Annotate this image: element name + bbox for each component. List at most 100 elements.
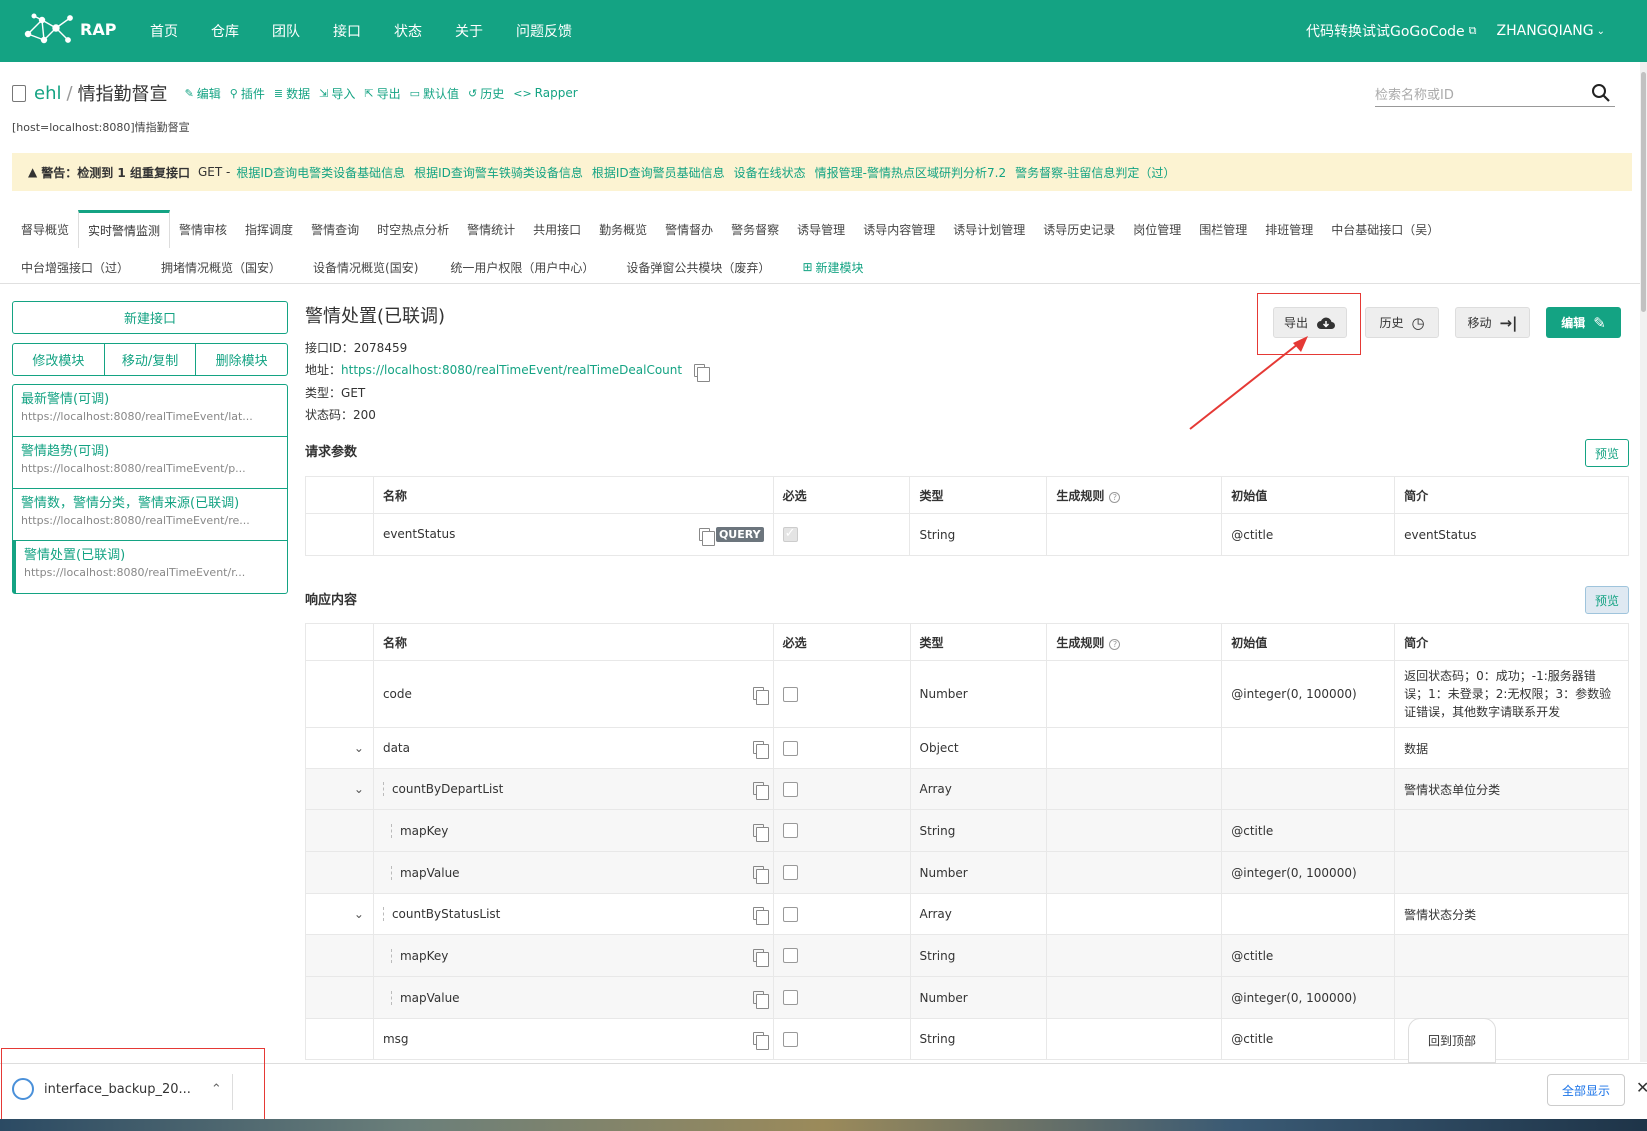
module-tab[interactable]: 中台增强接口（过） bbox=[12, 259, 138, 276]
copy-icon[interactable] bbox=[752, 907, 769, 925]
nav-interface[interactable]: 接口 bbox=[333, 21, 361, 41]
question-icon[interactable]: ? bbox=[1109, 491, 1121, 503]
new-interface-button[interactable]: 新建接口 bbox=[12, 301, 288, 334]
module-tab[interactable]: 指挥调度 bbox=[236, 210, 302, 248]
module-tab[interactable]: 拥堵情况概览（国安） bbox=[152, 259, 290, 276]
move-copy-button[interactable]: 移动/复制 bbox=[105, 344, 197, 375]
repo-default-value-link[interactable]: ▭ 默认值 bbox=[410, 85, 459, 102]
copy-icon[interactable] bbox=[752, 948, 769, 967]
repo-edit-link[interactable]: ✎ 编辑 bbox=[185, 85, 221, 102]
copy-icon[interactable] bbox=[752, 1032, 769, 1050]
nav-team[interactable]: 团队 bbox=[272, 21, 300, 41]
chevron-down-icon[interactable]: ⌄ bbox=[354, 782, 364, 796]
module-tab[interactable]: 诱导内容管理 bbox=[854, 210, 944, 248]
response-preview-button[interactable]: 预览 bbox=[1585, 586, 1629, 614]
module-tab[interactable]: 诱导计划管理 bbox=[944, 210, 1034, 248]
move-button[interactable]: 移动 →| bbox=[1455, 307, 1530, 338]
delete-module-button[interactable]: 删除模块 bbox=[196, 344, 287, 375]
required-checkbox[interactable] bbox=[782, 906, 798, 922]
repo-rapper-link[interactable]: <> Rapper bbox=[513, 86, 577, 100]
warning-link[interactable]: 根据ID查询电警类设备基础信息 bbox=[236, 164, 405, 181]
required-checkbox[interactable] bbox=[782, 781, 798, 797]
nav-about[interactable]: 关于 bbox=[455, 21, 483, 41]
nav-feedback[interactable]: 问题反馈 bbox=[516, 21, 572, 41]
search-box[interactable]: 检索名称或ID bbox=[1375, 80, 1615, 107]
show-all-downloads-button[interactable]: 全部显示 bbox=[1547, 1074, 1625, 1106]
nav-repository[interactable]: 仓库 bbox=[211, 21, 239, 41]
module-tab[interactable]: 中台基础接口（吴） bbox=[1322, 210, 1448, 248]
edit-module-button[interactable]: 修改模块 bbox=[13, 344, 105, 375]
module-tab[interactable]: 警务督察 bbox=[722, 210, 788, 248]
repo-import-link[interactable]: ⇲ 导入 bbox=[319, 85, 355, 102]
repo-history-link[interactable]: ↺ 历史 bbox=[468, 85, 504, 102]
back-to-top-button[interactable]: 回到顶部 bbox=[1408, 1018, 1496, 1063]
scrollbar-thumb[interactable] bbox=[1641, 72, 1646, 312]
search-input[interactable]: 检索名称或ID bbox=[1375, 84, 1454, 103]
interface-list-item[interactable]: 警情数，警情分类，警情来源(已联调) https://localhost:808… bbox=[13, 489, 287, 541]
interface-list-item[interactable]: 警情趋势(可调) https://localhost:8080/realTime… bbox=[13, 437, 287, 489]
new-module-button[interactable]: ⊞ 新建模块 bbox=[793, 259, 872, 276]
warning-link[interactable]: 根据ID查询警车铁骑类设备信息 bbox=[414, 164, 583, 181]
module-tab[interactable]: 共用接口 bbox=[524, 210, 590, 248]
user-menu[interactable]: ZHANGQIANG bbox=[1497, 23, 1594, 39]
rap-logo[interactable]: RAP bbox=[22, 12, 116, 46]
module-tab[interactable]: 岗位管理 bbox=[1124, 210, 1190, 248]
close-icon[interactable]: ✕ bbox=[1636, 1078, 1647, 1097]
question-icon[interactable]: ? bbox=[1109, 638, 1121, 650]
repo-plugin-link[interactable]: ⚲ 插件 bbox=[230, 85, 265, 102]
col-type: 类型 bbox=[909, 623, 1048, 661]
module-tab[interactable]: 警情督办 bbox=[656, 210, 722, 248]
interface-list-item[interactable]: 最新警情(可调) https://localhost:8080/realTime… bbox=[13, 385, 287, 437]
module-tab[interactable]: 统一用户权限（用户中心） bbox=[441, 259, 603, 276]
chevron-down-icon[interactable]: ⌄ bbox=[354, 741, 364, 755]
module-tab[interactable]: 时空热点分析 bbox=[368, 210, 458, 248]
repo-export-link[interactable]: ⇱ 导出 bbox=[364, 85, 400, 102]
required-checkbox[interactable] bbox=[782, 865, 798, 880]
module-tab[interactable]: 警情审核 bbox=[170, 210, 236, 248]
copy-icon[interactable] bbox=[752, 741, 769, 759]
edit-button[interactable]: 编辑 ✎ bbox=[1546, 307, 1621, 338]
required-checkbox[interactable] bbox=[782, 740, 798, 756]
interface-list-item-active[interactable]: 警情处置(已联调) https://localhost:8080/realTim… bbox=[13, 541, 287, 593]
request-preview-button[interactable]: 预览 bbox=[1585, 439, 1629, 467]
module-tab[interactable]: 勤务概览 bbox=[590, 210, 656, 248]
warning-link[interactable]: 根据ID查询警员基础信息 bbox=[592, 164, 725, 181]
copy-icon[interactable] bbox=[752, 823, 769, 842]
warning-link[interactable]: 情报管理-警情热点区域研判分析7.2 bbox=[815, 164, 1006, 181]
module-tab[interactable]: 设备弹窗公共模块（废弃） bbox=[617, 259, 779, 276]
warning-link[interactable]: 警务督察-驻留信息判定（过） bbox=[1015, 164, 1175, 181]
module-tab[interactable]: 诱导历史记录 bbox=[1034, 210, 1124, 248]
required-checkbox[interactable] bbox=[782, 526, 798, 542]
field-type: String bbox=[909, 809, 1048, 852]
module-tab-active[interactable]: 实时警情监测 bbox=[78, 210, 171, 248]
repo-owner-link[interactable]: ehl bbox=[34, 83, 61, 104]
warning-link[interactable]: 设备在线状态 bbox=[734, 164, 806, 181]
copy-icon[interactable] bbox=[752, 782, 769, 800]
required-checkbox[interactable] bbox=[782, 686, 798, 702]
gogocode-link[interactable]: 代码转换试试GoGoCode bbox=[1306, 21, 1465, 41]
module-tab[interactable]: 排班管理 bbox=[1256, 210, 1322, 248]
module-tab[interactable]: 警情统计 bbox=[458, 210, 524, 248]
module-tab[interactable]: 督导概览 bbox=[12, 210, 78, 248]
required-checkbox[interactable] bbox=[782, 948, 798, 963]
search-icon[interactable] bbox=[1591, 83, 1611, 103]
nav-home[interactable]: 首页 bbox=[150, 21, 178, 41]
copy-icon[interactable] bbox=[752, 865, 769, 884]
copy-icon[interactable] bbox=[752, 990, 769, 1009]
nav-status[interactable]: 状态 bbox=[394, 21, 422, 41]
repo-data-link[interactable]: ≣ 数据 bbox=[274, 85, 310, 102]
interface-address-url[interactable]: https://localhost:8080/realTimeEvent/rea… bbox=[341, 363, 682, 377]
copy-icon[interactable] bbox=[693, 364, 710, 382]
required-checkbox[interactable] bbox=[782, 990, 798, 1005]
module-tab[interactable]: 警情查询 bbox=[302, 210, 368, 248]
module-tab[interactable]: 围栏管理 bbox=[1190, 210, 1256, 248]
page-scrollbar[interactable] bbox=[1640, 62, 1647, 1062]
module-tab[interactable]: 设备情况概览(国安) bbox=[304, 259, 427, 276]
copy-icon[interactable] bbox=[698, 528, 715, 546]
required-checkbox[interactable] bbox=[782, 823, 798, 838]
module-tab[interactable]: 诱导管理 bbox=[788, 210, 854, 248]
history-button[interactable]: 历史 ◷ bbox=[1365, 307, 1439, 338]
copy-icon[interactable] bbox=[752, 687, 769, 705]
chevron-down-icon[interactable]: ⌄ bbox=[354, 907, 364, 921]
required-checkbox[interactable] bbox=[782, 1031, 798, 1047]
